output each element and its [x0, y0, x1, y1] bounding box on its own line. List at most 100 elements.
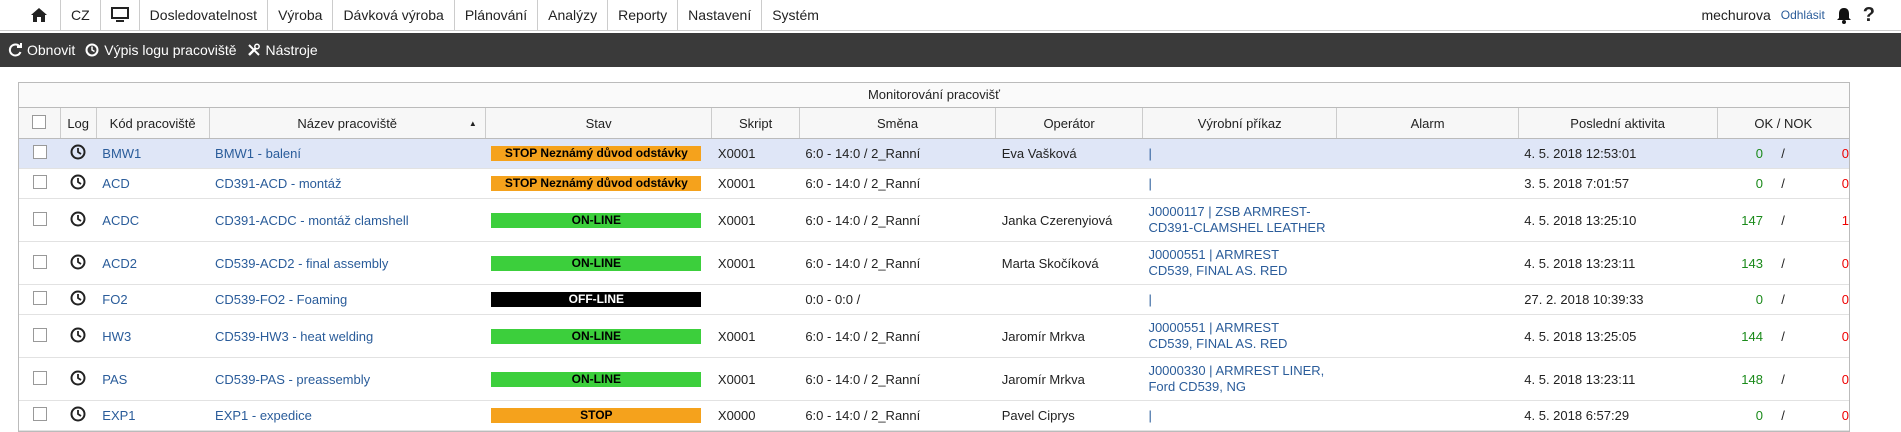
clock-icon[interactable] — [70, 327, 86, 343]
col-log[interactable]: Log — [60, 108, 97, 139]
order-cell[interactable]: | — [1142, 284, 1337, 315]
monitor-icon — [110, 7, 129, 22]
workstation-code[interactable]: ACDC — [96, 198, 210, 242]
col-alarm[interactable]: Alarm — [1336, 108, 1519, 139]
order-cell[interactable]: J0000551 | ARMREST CD539, FINAL AS. RED — [1142, 314, 1337, 358]
language-selector[interactable]: CZ — [61, 0, 101, 30]
workstation-code[interactable]: FO2 — [96, 284, 210, 315]
ok-count: 0 — [1755, 408, 1763, 423]
log-cell[interactable] — [60, 357, 97, 401]
workstation-button[interactable] — [101, 0, 140, 30]
nav-item-nastaveni[interactable]: Nastavení — [678, 0, 763, 30]
order-cell[interactable]: J0000551 | ARMREST CD539, FINAL AS. RED — [1142, 241, 1337, 285]
row-checkbox[interactable] — [32, 327, 47, 342]
row-checkbox[interactable] — [32, 175, 47, 189]
log-cell[interactable] — [60, 138, 97, 169]
workstation-name[interactable]: EXP1 - expedice — [209, 400, 486, 431]
log-cell[interactable] — [60, 314, 97, 358]
workstation-code[interactable]: EXP1 — [96, 400, 210, 431]
home-button[interactable] — [0, 0, 61, 30]
order-cell[interactable]: | — [1142, 400, 1337, 431]
table-row[interactable]: ACD CD391-ACD - montáž STOP Neznámý důvod … — [19, 168, 1849, 199]
workstation-name[interactable]: CD391-ACDC - montáž clamshell — [209, 198, 486, 242]
nok-count: 0 — [1841, 292, 1849, 307]
nav-item-vyroba[interactable]: Výroba — [268, 0, 334, 30]
alarm-cell — [1336, 138, 1519, 169]
tools-button[interactable]: Nástroje — [247, 42, 318, 58]
log-cell[interactable] — [60, 241, 97, 285]
workstation-name[interactable]: CD539-HW3 - heat welding — [209, 314, 486, 358]
row-checkbox[interactable] — [32, 254, 47, 269]
clock-icon[interactable] — [70, 254, 86, 270]
nav-item-reporty[interactable]: Reporty — [608, 0, 679, 30]
table-row[interactable]: BMW1 BMW1 - balení STOP Neznámý důvod odst… — [19, 138, 1849, 169]
clock-icon[interactable] — [70, 211, 86, 227]
workstation-code[interactable]: PAS — [96, 357, 210, 401]
row-checkbox[interactable] — [32, 407, 47, 421]
workstation-code[interactable]: HW3 — [96, 314, 210, 358]
col-state[interactable]: Stav — [485, 108, 713, 139]
refresh-button[interactable]: Obnovit — [8, 42, 75, 58]
table-row[interactable]: PAS CD539-PAS - preassembly ON-LINE X0001 6:… — [19, 357, 1849, 401]
nav-item-dosledovatelnost[interactable]: Dosledovatelnost — [140, 0, 269, 30]
col-name[interactable]: Název pracoviště ▲ — [209, 108, 486, 139]
status-badge: STOP Neznámý důvod odstávky — [491, 176, 702, 191]
workstation-name[interactable]: CD539-ACD2 - final assembly — [209, 241, 486, 285]
table-row[interactable]: ACD2 CD539-ACD2 - final assembly ON-LINE X0… — [19, 241, 1849, 285]
table-row[interactable]: HW3 CD539-HW3 - heat welding ON-LINE X0001 6… — [19, 314, 1849, 358]
row-checkbox[interactable] — [32, 211, 47, 226]
clock-icon[interactable] — [70, 290, 86, 306]
help-button[interactable]: ? — [1863, 4, 1875, 27]
select-all-checkbox[interactable] — [32, 114, 47, 129]
col-order[interactable]: Výrobní příkaz — [1142, 108, 1338, 139]
order-cell[interactable]: J0000117 | ZSB ARMREST- CD391-CLAMSHEL LE… — [1142, 198, 1337, 242]
shift-cell: 6:0 - 14:0 / 2_Ranní — [799, 138, 996, 169]
order-cell[interactable]: | — [1142, 168, 1337, 199]
table-row[interactable]: EXP1 EXP1 - expedice STOP X0000 6:0 - 14:0 /… — [19, 400, 1849, 431]
refresh-icon — [8, 43, 22, 57]
row-checkbox[interactable] — [32, 370, 47, 385]
workstation-name[interactable]: BMW1 - balení — [209, 138, 486, 169]
ok-nok-separator: / — [1781, 176, 1785, 191]
clock-icon[interactable] — [70, 370, 86, 386]
clock-icon[interactable] — [70, 406, 86, 422]
order-line-1: J0000330 | ARMREST LINER, — [1148, 363, 1325, 378]
top-navigation: CZ Dosledovatelnost Výroba Dávková výrob… — [0, 0, 1901, 31]
order-cell[interactable]: J0000330 | ARMREST LINER, Ford CD539, NG — [1142, 357, 1337, 401]
workstation-code[interactable]: ACD — [96, 168, 210, 199]
log-button[interactable]: Výpis logu pracoviště — [85, 42, 237, 58]
workstation-code[interactable]: ACD2 — [96, 241, 210, 285]
order-line-2: CD539, FINAL AS. RED — [1148, 263, 1288, 278]
nav-item-planovani[interactable]: Plánování — [455, 0, 539, 30]
col-last-activity[interactable]: Poslední aktivita — [1518, 108, 1718, 139]
log-cell[interactable] — [60, 198, 97, 242]
col-shift[interactable]: Směna — [799, 108, 997, 139]
row-checkbox[interactable] — [32, 145, 47, 159]
toolbar: Obnovit Výpis logu pracoviště Nástroje — [0, 33, 1901, 67]
workstation-name[interactable]: CD539-FO2 - Foaming — [209, 284, 486, 315]
col-script[interactable]: Skript — [711, 108, 800, 139]
nav-item-system[interactable]: Systém — [762, 0, 829, 30]
clock-icon[interactable] — [70, 174, 86, 190]
clock-icon[interactable] — [70, 144, 86, 160]
user-name: mechurova — [1701, 7, 1771, 23]
nav-item-analyzy[interactable]: Analýzy — [538, 0, 609, 30]
col-ok-nok[interactable]: OK / NOK — [1717, 108, 1849, 139]
workstation-name[interactable]: CD391-ACD - montáž — [209, 168, 486, 199]
logout-link[interactable]: Odhlásit — [1781, 8, 1825, 22]
table-row[interactable]: ACDC CD391-ACDC - montáž clamshell ON-LINE… — [19, 198, 1849, 242]
log-cell[interactable] — [60, 284, 97, 315]
order-cell[interactable]: | — [1142, 138, 1337, 169]
nav-item-davkova-vyroba[interactable]: Dávková výroba — [333, 0, 455, 30]
workstation-name[interactable]: CD539-PAS - preassembly — [209, 357, 486, 401]
col-code[interactable]: Kód pracoviště — [96, 108, 210, 139]
row-checkbox[interactable] — [32, 291, 47, 305]
log-cell[interactable] — [60, 168, 97, 199]
col-operator[interactable]: Operátor — [995, 108, 1143, 139]
shift-cell: 6:0 - 14:0 / 2_Ranní — [799, 168, 996, 199]
ok-count: 143 — [1741, 255, 1763, 271]
table-row[interactable]: FO2 CD539-FO2 - Foaming OFF-LINE 0:0 - 0:0 … — [19, 284, 1849, 315]
workstation-code[interactable]: BMW1 — [96, 138, 210, 169]
bell-icon[interactable] — [1835, 6, 1853, 24]
log-cell[interactable] — [60, 400, 97, 431]
